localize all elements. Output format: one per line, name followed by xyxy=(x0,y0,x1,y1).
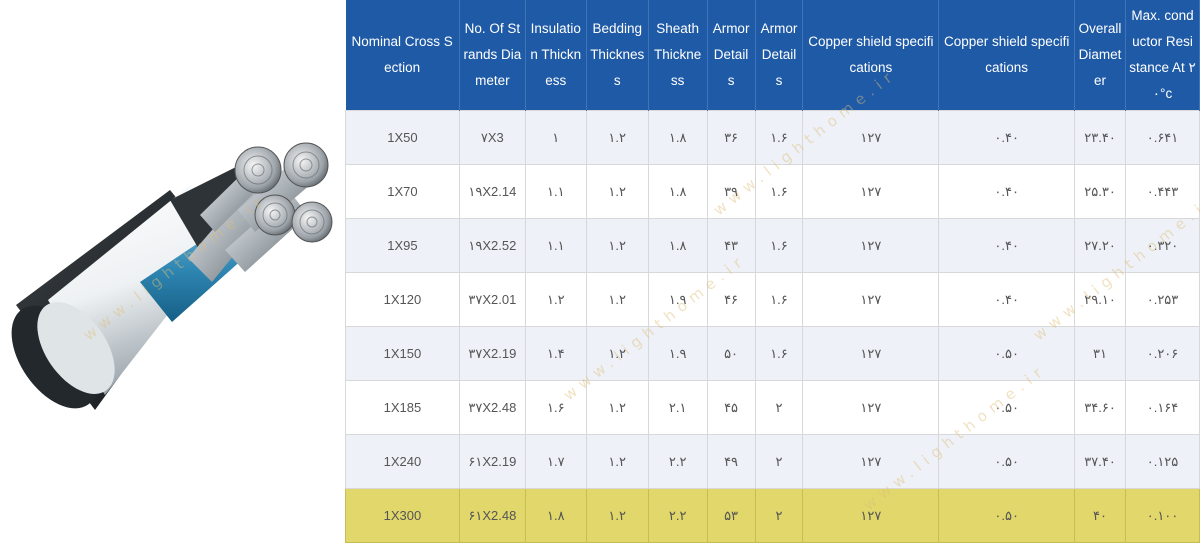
cell-armor-2: ۲ xyxy=(754,488,804,543)
cell-insulation: ۱.۷ xyxy=(524,434,587,489)
cell-copper-2: ۰.۴۰ xyxy=(938,110,1076,165)
header-nominal-cross-section: Nominal Cross Section xyxy=(345,0,460,111)
header-strands-diameter: No. Of Strands Diameter xyxy=(459,0,526,111)
table-row: 1X185 ۳۷X2.48 ۱.۶ ۱.۲ ۲.۱ ۴۵ ۲ ۱۲۷ ۰.۵۰ ۳۴.۶۰ ۰.۱۶… xyxy=(345,380,1200,435)
cell-sheath: ۱.۸ xyxy=(647,218,708,273)
cell-overall-diameter: ۳۷.۴۰ xyxy=(1074,434,1127,489)
table-row-highlighted: 1X300 ۶۱X2.48 ۱.۸ ۱.۲ ۲.۲ ۵۳ ۲ ۱۲۷ ۰.۵۰ ۴۰ ۰.۱۰۰ xyxy=(345,488,1200,543)
cell-resistance: ۰.۲۵۳ xyxy=(1125,272,1200,327)
cell-strands: ۳۷X2.19 xyxy=(458,326,526,381)
cell-sheath: ۲.۲ xyxy=(647,434,708,489)
cell-copper-1: ۱۲۷ xyxy=(802,218,940,273)
header-insulation-thickness: Insulation Thickness xyxy=(525,0,587,111)
cell-bedding: ۱.۲ xyxy=(585,110,649,165)
cell-insulation: ۱.۲ xyxy=(524,272,587,327)
cell-armor-1: ۵۳ xyxy=(706,488,756,543)
table-row: 1X150 ۳۷X2.19 ۱.۴ ۱.۲ ۱.۹ ۵۰ ۱.۶ ۱۲۷ ۰.۵۰ ۳۱ ۰.۲۰۶ xyxy=(345,326,1200,381)
cell-copper-2: ۰.۴۰ xyxy=(938,218,1076,273)
header-sheath-thickness: Sheath Thickness xyxy=(648,0,708,111)
cell-cross-section: 1X70 xyxy=(345,164,460,219)
table-row: 1X240 ۶۱X2.19 ۱.۷ ۱.۲ ۲.۲ ۴۹ ۲ ۱۲۷ ۰.۵۰ ۳۷.۴۰ ۰.۱۲… xyxy=(345,434,1200,489)
cell-strands: ۶۱X2.48 xyxy=(458,488,526,543)
cell-armor-1: ۴۹ xyxy=(706,434,756,489)
cell-cross-section: 1X50 xyxy=(345,110,460,165)
cell-copper-2: ۰.۴۰ xyxy=(938,164,1076,219)
cell-armor-1: ۴۵ xyxy=(706,380,756,435)
cell-strands: ۳۷X2.01 xyxy=(458,272,526,327)
cell-cross-section: 1X300 xyxy=(345,488,460,543)
cell-overall-diameter: ۳۴.۶۰ xyxy=(1074,380,1127,435)
cell-overall-diameter: ۲۵.۳۰ xyxy=(1074,164,1127,219)
header-copper-shield-2: Copper shield specifications xyxy=(938,0,1076,111)
cell-armor-1: ۵۰ xyxy=(706,326,756,381)
table-row: 1X95 ۱۹X2.52 ۱.۱ ۱.۲ ۱.۸ ۴۳ ۱.۶ ۱۲۷ ۰.۴۰ ۲۷.۲۰ ۰.۳… xyxy=(345,218,1200,273)
cell-resistance: ۰.۱۶۴ xyxy=(1125,380,1200,435)
cell-copper-2: ۰.۵۰ xyxy=(938,326,1076,381)
cell-copper-1: ۱۲۷ xyxy=(802,272,940,327)
cell-bedding: ۱.۲ xyxy=(585,272,649,327)
cell-insulation: ۱.۱ xyxy=(524,218,587,273)
table-header-row: Nominal Cross Section No. Of Strands Dia… xyxy=(345,0,1200,111)
cell-armor-1: ۳۶ xyxy=(706,110,756,165)
cell-cross-section: 1X185 xyxy=(345,380,460,435)
cell-resistance: ۰.۱۰۰ xyxy=(1125,488,1200,543)
cell-bedding: ۱.۲ xyxy=(585,488,649,543)
cell-bedding: ۱.۲ xyxy=(585,164,649,219)
cell-overall-diameter: ۴۰ xyxy=(1074,488,1127,543)
cell-copper-1: ۱۲۷ xyxy=(802,164,940,219)
cell-cross-section: 1X120 xyxy=(345,272,460,327)
cell-insulation: ۱.۱ xyxy=(524,164,587,219)
cable-spec-table: Nominal Cross Section No. Of Strands Dia… xyxy=(345,0,1200,543)
cell-resistance: ۰.۲۰۶ xyxy=(1125,326,1200,381)
cell-overall-diameter: ۲۳.۴۰ xyxy=(1074,110,1127,165)
header-overall-diameter: Overall Diameter xyxy=(1074,0,1127,111)
cell-cross-section: 1X240 xyxy=(345,434,460,489)
header-armor-details-2: Armor Details xyxy=(755,0,804,111)
header-armor-details-1: Armor Details xyxy=(707,0,756,111)
cell-strands: ۶۱X2.19 xyxy=(458,434,526,489)
cell-insulation: ۱.۴ xyxy=(524,326,587,381)
cell-sheath: ۱.۸ xyxy=(647,110,708,165)
cell-overall-diameter: ۳۱ xyxy=(1074,326,1127,381)
cell-bedding: ۱.۲ xyxy=(585,380,649,435)
cell-insulation: ۱ xyxy=(524,110,587,165)
cell-bedding: ۱.۲ xyxy=(585,434,649,489)
header-max-resistance: Max. conductor Resistance At ۲۰°c xyxy=(1125,0,1200,111)
cell-bedding: ۱.۲ xyxy=(585,218,649,273)
cell-armor-2: ۲ xyxy=(754,380,804,435)
cell-sheath: ۲.۲ xyxy=(647,488,708,543)
cell-resistance: ۰.۶۴۱ xyxy=(1125,110,1200,165)
cell-copper-1: ۱۲۷ xyxy=(802,380,940,435)
cell-armor-2: ۱.۶ xyxy=(754,326,804,381)
header-bedding-thickness: Bedding Thickness xyxy=(586,0,649,111)
cell-cross-section: 1X150 xyxy=(345,326,460,381)
cell-sheath: ۲.۱ xyxy=(647,380,708,435)
cell-sheath: ۱.۸ xyxy=(647,164,708,219)
cell-armor-2: ۲ xyxy=(754,434,804,489)
cell-insulation: ۱.۸ xyxy=(524,488,587,543)
cell-strands: ۳۷X2.48 xyxy=(458,380,526,435)
cell-resistance: ۰.۱۲۵ xyxy=(1125,434,1200,489)
cell-copper-1: ۱۲۷ xyxy=(802,326,940,381)
cell-copper-2: ۰.۵۰ xyxy=(938,488,1076,543)
cell-strands: ۱۹X2.52 xyxy=(458,218,526,273)
cell-armor-2: ۱.۶ xyxy=(754,218,804,273)
cell-strands: ۷X3 xyxy=(458,110,526,165)
cell-armor-2: ۱.۶ xyxy=(754,272,804,327)
cell-strands: ۱۹X2.14 xyxy=(458,164,526,219)
cell-cross-section: 1X95 xyxy=(345,218,460,273)
